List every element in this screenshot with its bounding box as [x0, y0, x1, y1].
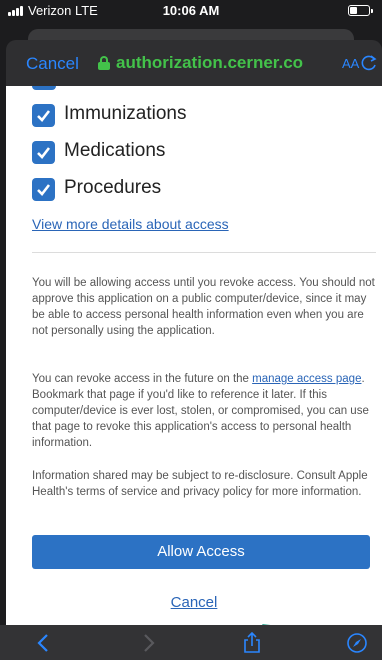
permission-label: Immunizations [64, 103, 187, 124]
browser-header: Cancel authorization.cerner.co AA [6, 40, 382, 86]
manage-access-text-start: You can revoke access in the future on t… [32, 373, 253, 385]
checkmark-icon [37, 184, 51, 196]
revoke-warning-text: You will be allowing access until you re… [32, 277, 375, 337]
back-icon[interactable] [33, 632, 55, 654]
browser-toolbar [0, 625, 382, 660]
text-size-button[interactable]: AA [342, 56, 359, 71]
reload-icon[interactable] [360, 54, 378, 72]
battery-level [350, 7, 358, 14]
manage-access-text: You can revoke access in the future on t… [32, 371, 376, 451]
allow-access-button[interactable]: Allow Access [32, 535, 370, 569]
checkmark-icon [37, 110, 51, 122]
disclosure-text: Information shared may be subject to re-… [32, 470, 368, 498]
lock-icon [98, 56, 110, 70]
forward-icon[interactable] [137, 632, 159, 654]
manage-access-link[interactable]: manage access page [252, 373, 361, 385]
url-field[interactable]: authorization.cerner.co [116, 53, 334, 73]
cancel-link[interactable]: Cancel [6, 594, 382, 611]
divider [32, 252, 376, 253]
checkbox-medications[interactable] [32, 141, 55, 164]
permission-label: Procedures [64, 177, 162, 198]
cancel-browser-button[interactable]: Cancel [26, 54, 79, 74]
status-time: 10:06 AM [162, 3, 220, 18]
checkbox-immunizations[interactable] [32, 104, 55, 127]
phone-screen: Verizon LTE 10:06 AM Cancel authorizatio… [0, 0, 382, 660]
compass-icon[interactable] [346, 632, 368, 654]
battery-icon [348, 5, 373, 16]
view-details-link[interactable]: View more details about access [32, 216, 229, 232]
permission-label: Medications [64, 140, 166, 161]
partial-checkbox[interactable] [32, 86, 56, 90]
authorization-page: Immunizations Medications Procedures Vie… [6, 86, 382, 625]
share-icon[interactable] [241, 632, 263, 654]
checkmark-icon [37, 147, 51, 159]
checkbox-procedures[interactable] [32, 178, 55, 201]
status-bar: Verizon LTE 10:06 AM [0, 0, 382, 22]
